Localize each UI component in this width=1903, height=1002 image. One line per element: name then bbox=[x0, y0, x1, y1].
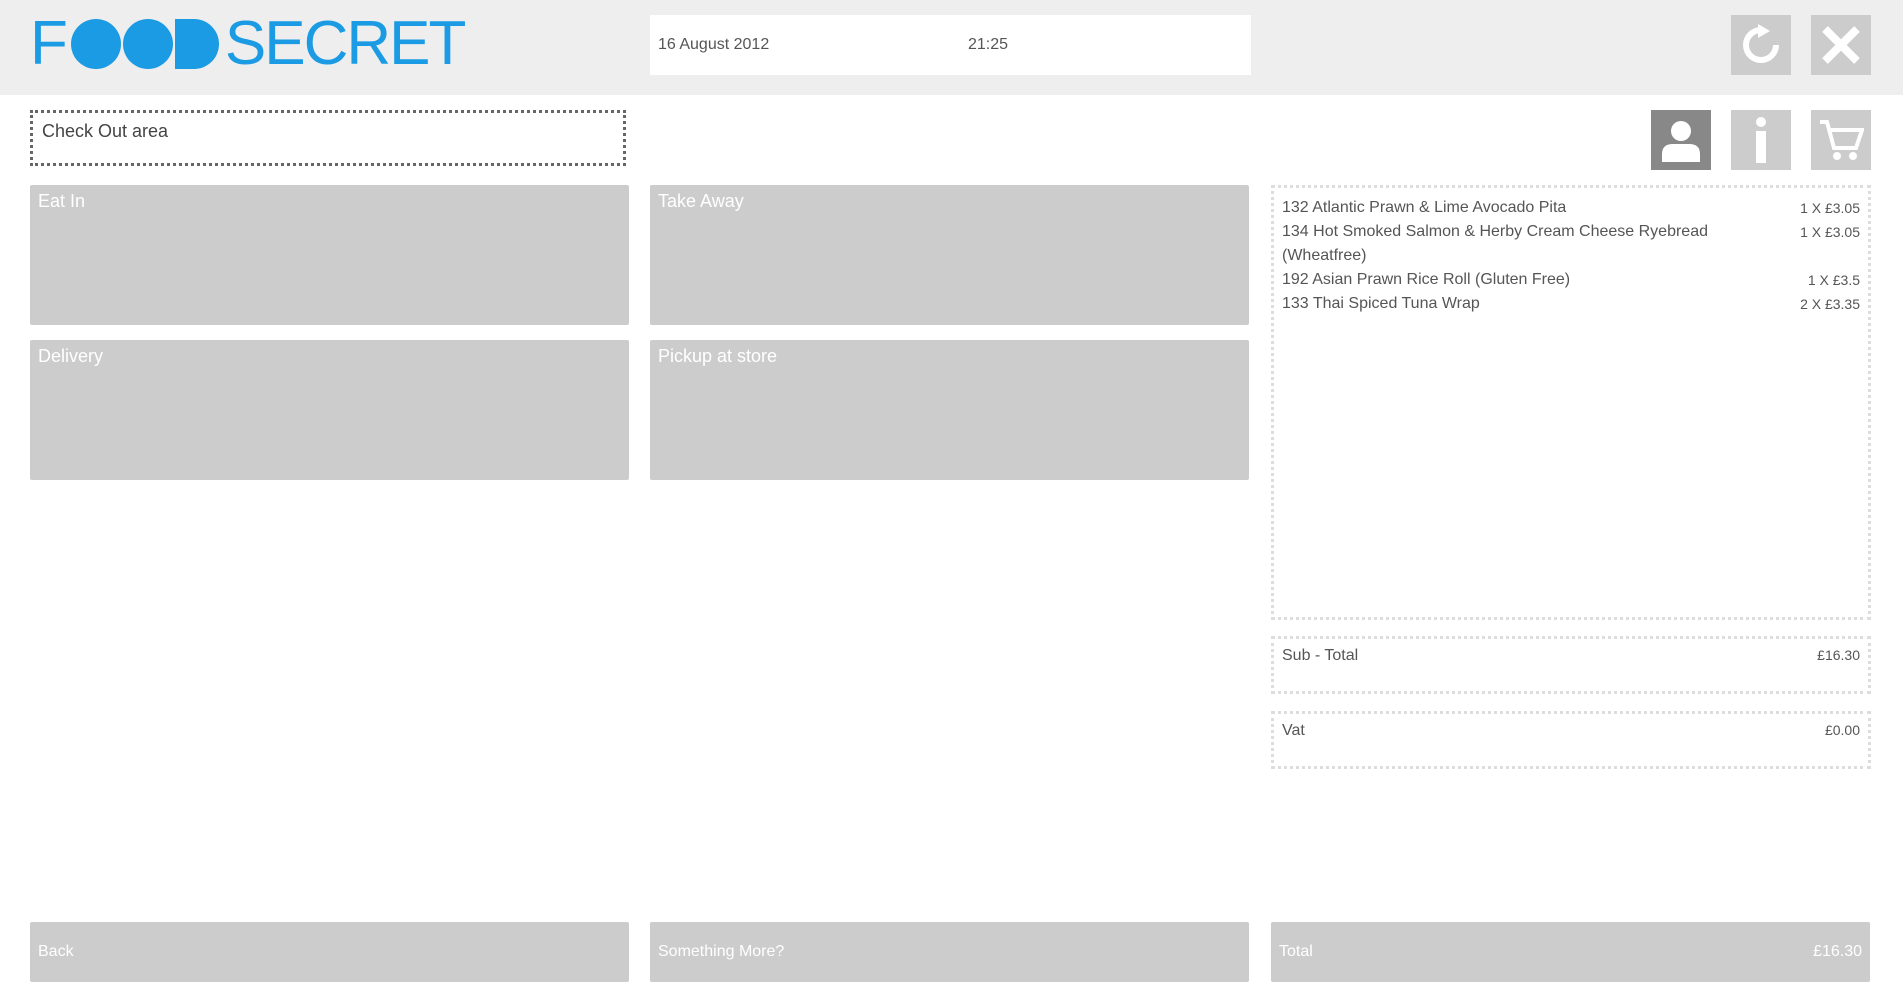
pickup-at-store-option[interactable]: Pickup at store bbox=[650, 340, 1249, 480]
total-button[interactable]: Total £16.30 bbox=[1271, 922, 1870, 982]
user-button[interactable] bbox=[1651, 110, 1711, 170]
date-text: 16 August 2012 bbox=[658, 36, 770, 53]
refresh-button[interactable] bbox=[1731, 15, 1791, 75]
delivery-label: Delivery bbox=[38, 346, 104, 366]
back-label: Back bbox=[38, 943, 74, 960]
time-text: 21:25 bbox=[968, 36, 1009, 53]
order-list[interactable]: 132 Atlantic Prawn & Lime Avocado Pita 1… bbox=[1271, 185, 1871, 620]
order-item-name: 133 Thai Spiced Tuna Wrap bbox=[1282, 295, 1480, 312]
order-item-qty: 1 X £3.05 bbox=[1800, 224, 1860, 240]
top-bar: F SECRET 16 August 2012 21:25 bbox=[0, 0, 1903, 95]
subtotal-value: £16.30 bbox=[1817, 647, 1860, 663]
order-item[interactable]: 132 Atlantic Prawn & Lime Avocado Pita 1… bbox=[1282, 196, 1860, 220]
checkout-area-box: Check Out area bbox=[30, 110, 626, 166]
pickup-at-store-label: Pickup at store bbox=[658, 346, 778, 366]
close-icon bbox=[1822, 26, 1860, 64]
eat-in-option[interactable]: Eat In bbox=[30, 185, 629, 325]
take-away-label: Take Away bbox=[658, 191, 744, 211]
subtotal-label: Sub - Total bbox=[1282, 647, 1359, 664]
info-button[interactable] bbox=[1731, 110, 1791, 170]
order-item-name: 132 Atlantic Prawn & Lime Avocado Pita bbox=[1282, 199, 1567, 216]
order-item-qty: 1 X £3.5 bbox=[1807, 272, 1860, 288]
order-item[interactable]: 133 Thai Spiced Tuna Wrap 2 X £3.35 bbox=[1282, 292, 1860, 316]
info-icon bbox=[1756, 117, 1766, 163]
total-value: £16.30 bbox=[1813, 943, 1862, 960]
order-item-name: 134 Hot Smoked Salmon & Herby Cream Chee… bbox=[1282, 223, 1708, 264]
total-label: Total bbox=[1279, 943, 1313, 960]
delivery-option[interactable]: Delivery bbox=[30, 340, 629, 480]
eat-in-label: Eat In bbox=[38, 191, 86, 211]
subtotal-panel: Sub - Total £16.30 bbox=[1271, 636, 1871, 694]
order-item-qty: 2 X £3.35 bbox=[1800, 296, 1860, 312]
refresh-icon bbox=[1743, 24, 1779, 63]
cart-icon bbox=[1820, 120, 1864, 160]
back-button[interactable]: Back bbox=[30, 922, 629, 982]
foodsecret-logo: F SECRET bbox=[30, 9, 466, 78]
checkout-area-label: Check Out area bbox=[42, 121, 169, 141]
date-time-display: 16 August 2012 21:25 bbox=[650, 15, 1251, 75]
vat-panel: Vat £0.00 bbox=[1271, 711, 1871, 769]
order-item[interactable]: 134 Hot Smoked Salmon & Herby Cream Chee… bbox=[1282, 220, 1860, 268]
something-more-label: Something More? bbox=[658, 943, 785, 960]
order-item[interactable]: 192 Asian Prawn Rice Roll (Gluten Free) … bbox=[1282, 268, 1860, 292]
order-item-name: 192 Asian Prawn Rice Roll (Gluten Free) bbox=[1282, 271, 1571, 288]
cart-button[interactable] bbox=[1811, 110, 1871, 170]
take-away-option[interactable]: Take Away bbox=[650, 185, 1249, 325]
something-more-button[interactable]: Something More? bbox=[650, 922, 1249, 982]
vat-label: Vat bbox=[1282, 722, 1305, 739]
close-button[interactable] bbox=[1811, 15, 1871, 75]
vat-value: £0.00 bbox=[1824, 722, 1860, 738]
order-item-qty: 1 X £3.05 bbox=[1800, 200, 1860, 216]
user-icon bbox=[1662, 121, 1700, 162]
